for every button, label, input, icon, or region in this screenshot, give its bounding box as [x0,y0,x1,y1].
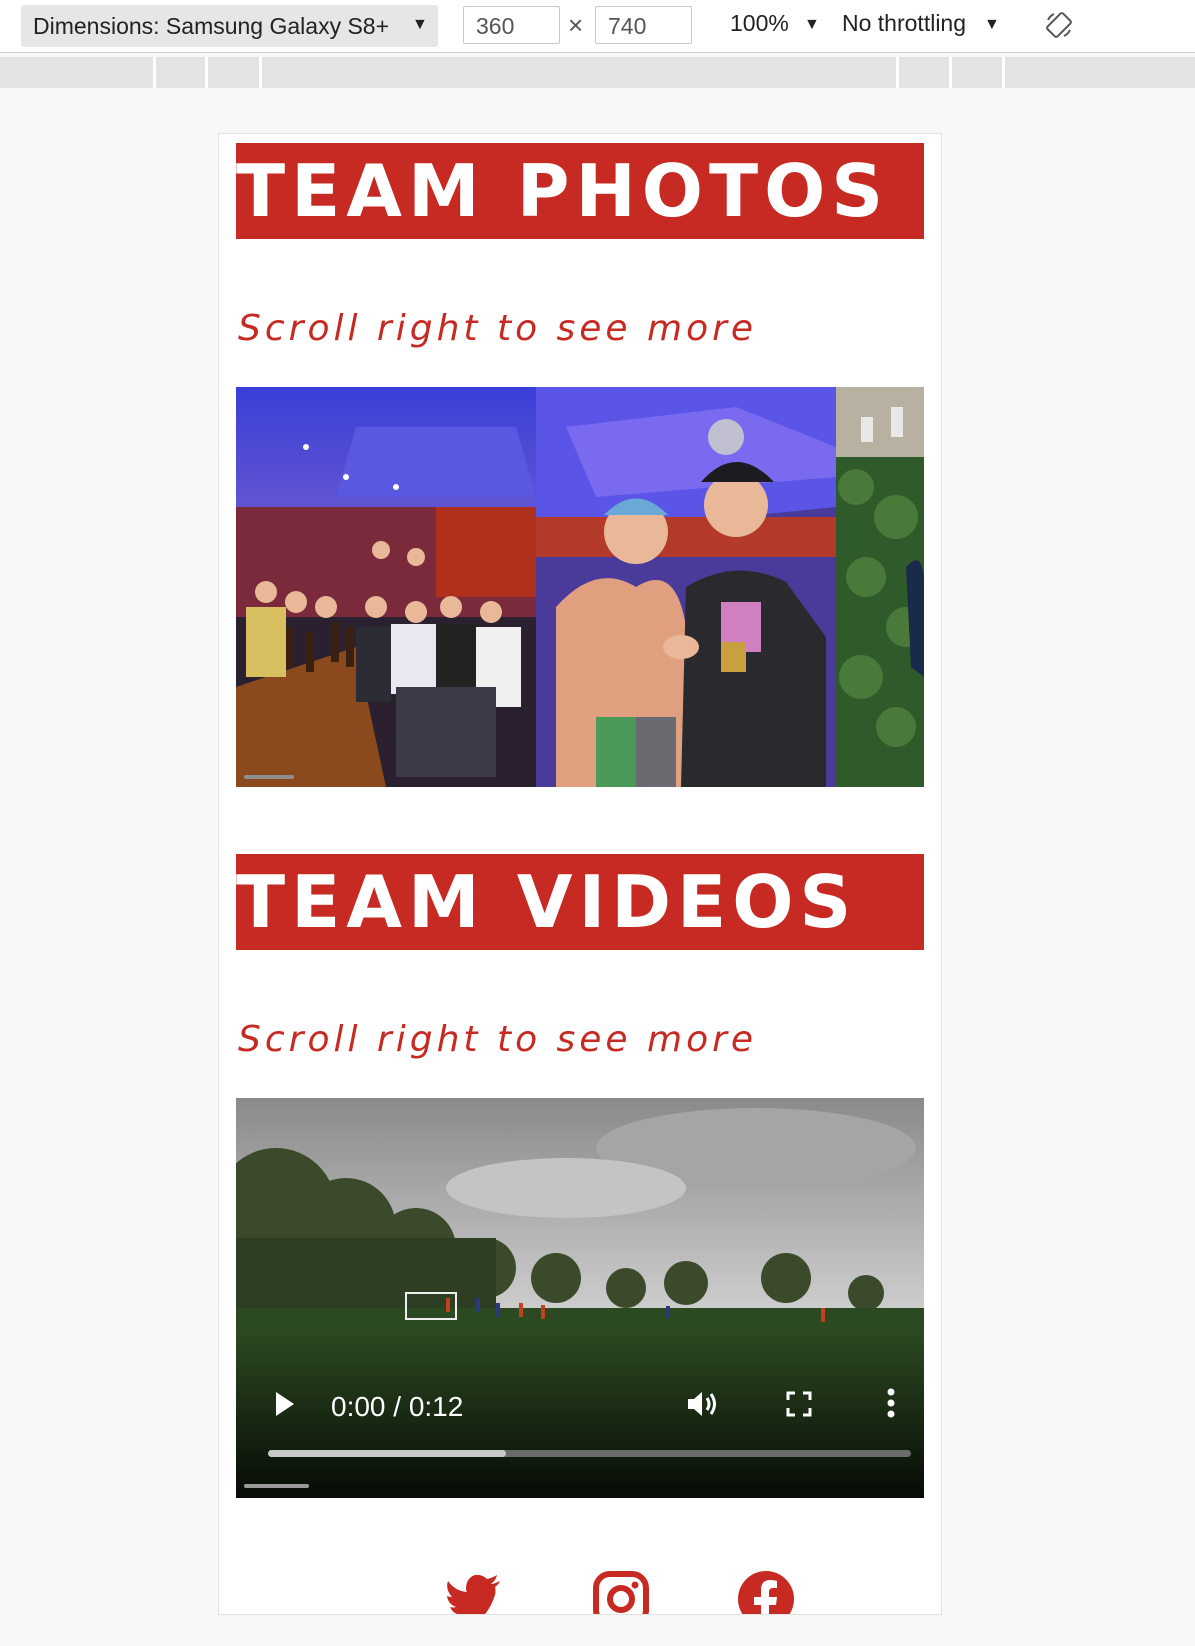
volume-icon[interactable] [686,1389,720,1419]
device-viewport: TEAM PHOTOS Scroll right to see more TEA… [218,133,942,1615]
device-dimensions-label: Dimensions: Samsung Galaxy S8+ [33,13,390,39]
video-time: 0:00 / 0:12 [331,1391,464,1422]
team-photo-outdoor[interactable] [836,387,924,787]
videos-scroll-hint: Scroll right to see more [238,1019,758,1060]
devtools-toolbar: Dimensions: Samsung Galaxy S8+ ▼ 360 × 7… [0,0,1195,53]
times-separator: × [568,10,584,40]
gallery-scrollbar [244,775,294,779]
team-photo-restaurant[interactable] [236,387,536,787]
media-query-ruler[interactable] [0,57,1195,88]
ruler-divider [1002,57,1005,88]
width-input[interactable]: 360 [463,6,560,44]
ruler-divider [949,57,952,88]
video-progress-bar[interactable] [268,1450,911,1457]
chevron-down-icon: ▼ [804,16,820,33]
throttling-select[interactable]: No throttling [842,10,966,37]
instagram-icon[interactable] [591,1569,651,1615]
facebook-icon[interactable] [736,1569,796,1615]
team-videos-heading: TEAM VIDEOS [236,854,924,950]
ruler-divider [259,57,262,88]
ruler-divider [896,57,899,88]
twitter-icon[interactable] [444,1569,504,1615]
photos-scroll-hint: Scroll right to see more [238,308,758,349]
video-frame [236,1098,924,1498]
team-photos-heading: TEAM PHOTOS [236,143,924,239]
zoom-select[interactable]: 100% [730,10,789,37]
team-photo-award[interactable] [536,387,836,787]
height-input[interactable]: 740 [595,6,692,44]
rotate-icon[interactable] [1044,10,1074,40]
video-progress-fill [268,1450,506,1457]
chevron-down-icon: ▼ [412,16,428,33]
chevron-down-icon: ▼ [984,16,1000,33]
photo-gallery[interactable] [236,387,924,787]
team-video-player[interactable]: 0:00 / 0:12 [236,1098,924,1498]
fullscreen-icon[interactable] [786,1391,812,1417]
video-scrollbar [244,1484,309,1488]
ruler-divider [205,57,208,88]
ruler-divider [153,57,156,88]
device-dimensions-select[interactable]: Dimensions: Samsung Galaxy S8+ [21,5,438,47]
more-options-icon[interactable] [886,1388,896,1418]
play-icon[interactable] [274,1390,296,1418]
